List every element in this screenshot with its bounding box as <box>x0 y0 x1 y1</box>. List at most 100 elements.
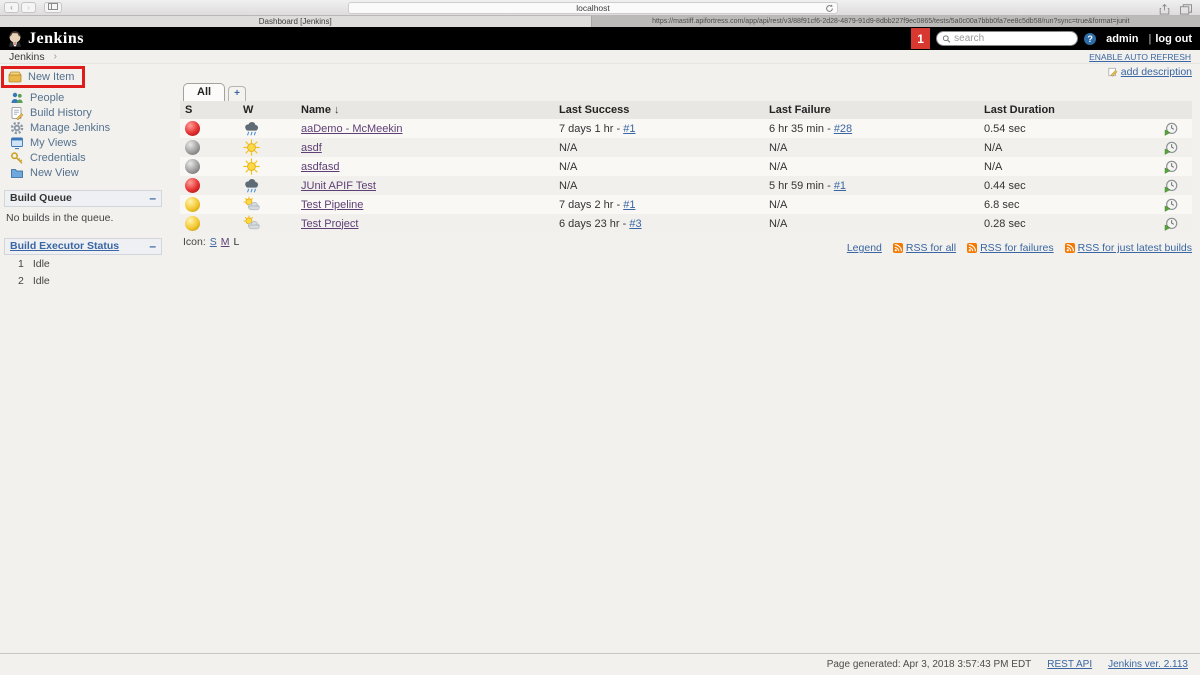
new-view-tab-button[interactable]: + <box>228 86 246 101</box>
jenkins-home-link[interactable]: Jenkins <box>6 29 84 48</box>
executor-status-header[interactable]: Build Executor Status – <box>4 238 162 255</box>
column-header-status[interactable]: S <box>180 101 238 119</box>
rss-icon <box>1065 243 1075 253</box>
alert-badge[interactable]: 1 <box>911 28 930 49</box>
executor-number: 2 <box>18 275 24 287</box>
view-tabbar: All + <box>180 83 1192 101</box>
rss-for-all-label: RSS for all <box>906 242 956 254</box>
status-ball-icon[interactable] <box>185 197 200 212</box>
rss-for-all-link[interactable]: RSS for all <box>893 242 956 254</box>
tab-all[interactable]: All <box>183 83 225 101</box>
build-link[interactable]: #28 <box>834 123 852 135</box>
add-description-link[interactable]: add description <box>1108 66 1192 78</box>
sidebar-item-label: People <box>30 92 64 104</box>
build-link[interactable]: #1 <box>623 199 635 211</box>
browser-tabbar: Dashboard [Jenkins] https://mastiff.apif… <box>0 16 1200 27</box>
build-queue-title: Build Queue <box>10 192 72 204</box>
build-link[interactable]: #3 <box>629 218 641 230</box>
icon-size-small-link[interactable]: S <box>210 236 217 248</box>
browser-forward-button[interactable]: › <box>21 2 36 13</box>
enable-auto-refresh-link[interactable]: ENABLE AUTO REFRESH <box>1089 52 1191 62</box>
search-help-icon[interactable]: ? <box>1084 33 1096 45</box>
build-history-icon <box>10 106 24 120</box>
column-header-weather[interactable]: W <box>238 101 296 119</box>
breadcrumb-root-link[interactable]: Jenkins <box>9 51 45 63</box>
last-success-value: N/A <box>559 161 577 173</box>
last-duration-value: N/A <box>979 157 1149 176</box>
column-header-actions <box>1149 101 1192 119</box>
icon-size-medium-link[interactable]: M <box>221 236 230 248</box>
job-link[interactable]: asdfasd <box>301 161 340 173</box>
jenkins-version-link[interactable]: Jenkins ver. 2.113 <box>1108 659 1188 670</box>
my-views-icon <box>10 136 24 150</box>
status-ball-icon[interactable] <box>185 216 200 231</box>
address-bar[interactable]: localhost <box>348 2 838 14</box>
job-link[interactable]: Test Pipeline <box>301 199 363 211</box>
build-link[interactable]: #1 <box>834 180 846 192</box>
status-ball-icon[interactable] <box>185 178 200 193</box>
collapse-icon[interactable]: – <box>149 242 156 250</box>
rss-for-latest-link[interactable]: RSS for just latest builds <box>1065 242 1192 254</box>
job-link[interactable]: asdf <box>301 142 322 154</box>
sidebar-item-new-view[interactable]: New View <box>0 165 168 180</box>
sidebar-item-new-item[interactable]: New Item <box>8 70 74 85</box>
sidebar-item-credentials[interactable]: Credentials <box>0 150 168 165</box>
weather-icon <box>243 141 260 153</box>
address-text: localhost <box>576 3 610 13</box>
legend-link[interactable]: Legend <box>847 242 882 254</box>
last-duration-value: 0.44 sec <box>979 176 1149 195</box>
sidebar-item-build-history[interactable]: Build History <box>0 105 168 120</box>
last-duration-value: 0.54 sec <box>979 119 1149 138</box>
status-ball-icon[interactable] <box>185 140 200 155</box>
column-header-name[interactable]: Name ↓ <box>296 101 554 119</box>
search-input[interactable] <box>954 33 1072 44</box>
executor-status-title: Build Executor Status <box>10 240 119 252</box>
column-header-last-success[interactable]: Last Success <box>554 101 764 119</box>
user-link[interactable]: admin <box>1106 33 1138 45</box>
build-link[interactable]: #1 <box>623 123 635 135</box>
logout-link[interactable]: log out <box>1155 33 1192 45</box>
build-queue-empty-text: No builds in the queue. <box>4 207 162 224</box>
executor-state: Idle <box>33 258 50 270</box>
schedule-build-icon[interactable] <box>1164 179 1178 193</box>
reload-icon[interactable] <box>825 4 834 15</box>
column-header-name-label: Name <box>301 104 331 116</box>
sidebar-item-manage-jenkins[interactable]: Manage Jenkins <box>0 120 168 135</box>
rest-api-link[interactable]: REST API <box>1047 659 1092 670</box>
icon-size-label: Icon: <box>183 236 206 248</box>
credentials-icon <box>10 151 24 165</box>
status-ball-icon[interactable] <box>185 159 200 174</box>
last-success-value: N/A <box>559 180 577 192</box>
schedule-build-icon[interactable] <box>1164 141 1178 155</box>
browser-sidebar-button[interactable] <box>44 2 62 13</box>
job-row: asdfasd N/A N/A N/A <box>180 157 1192 176</box>
last-duration-value: N/A <box>979 138 1149 157</box>
schedule-build-icon[interactable] <box>1164 122 1178 136</box>
last-failure-value: N/A <box>769 161 787 173</box>
legend-label: Legend <box>847 242 882 254</box>
browser-tab-inactive[interactable]: https://mastiff.apifortress.com/app/api/… <box>592 16 1200 27</box>
browser-tab-active[interactable]: Dashboard [Jenkins] <box>0 16 592 27</box>
collapse-icon[interactable]: – <box>149 194 156 202</box>
last-failure-value: 5 hr 59 min - <box>769 180 834 192</box>
sidebar-item-people[interactable]: People <box>0 90 168 105</box>
job-link[interactable]: JUnit APIF Test <box>301 180 376 192</box>
status-ball-icon[interactable] <box>185 121 200 136</box>
schedule-build-icon[interactable] <box>1164 217 1178 231</box>
sidebar-item-my-views[interactable]: My Views <box>0 135 168 150</box>
job-link[interactable]: Test Project <box>301 218 358 230</box>
new-item-icon <box>8 70 22 84</box>
column-header-last-failure[interactable]: Last Failure <box>764 101 979 119</box>
last-success-value: N/A <box>559 142 577 154</box>
build-queue-header[interactable]: Build Queue – <box>4 190 162 207</box>
executor-row: 1 Idle <box>4 255 162 272</box>
job-link[interactable]: aaDemo - McMeekin <box>301 123 402 135</box>
rss-for-failures-link[interactable]: RSS for failures <box>967 242 1054 254</box>
browser-back-button[interactable]: ‹ <box>4 2 19 13</box>
column-header-last-duration[interactable]: Last Duration <box>979 101 1149 119</box>
weather-icon <box>243 179 260 191</box>
schedule-build-icon[interactable] <box>1164 160 1178 174</box>
search-box[interactable] <box>936 31 1078 46</box>
page-footer: Page generated: Apr 3, 2018 3:57:43 PM E… <box>0 653 1200 675</box>
schedule-build-icon[interactable] <box>1164 198 1178 212</box>
